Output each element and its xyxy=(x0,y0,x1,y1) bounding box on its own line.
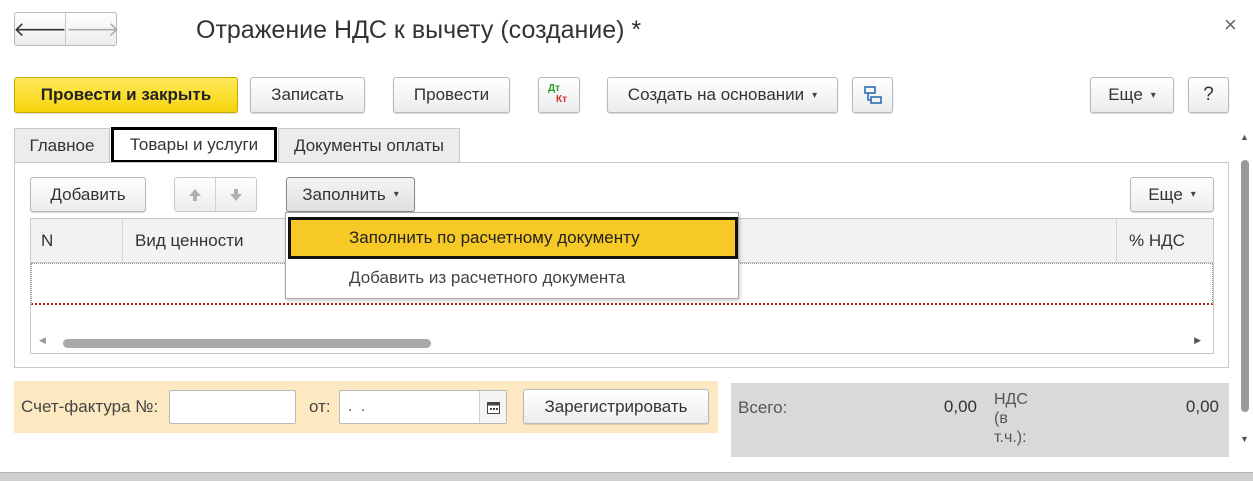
post-label: Провести xyxy=(413,85,490,104)
tab-payment-documents-label: Документы оплаты xyxy=(293,135,445,155)
post-and-close-label: Провести и закрыть xyxy=(40,85,212,104)
scrollbar-thumb[interactable] xyxy=(63,339,431,348)
dt-kt-icon: Дт Кт xyxy=(546,83,572,107)
fill-button[interactable]: Заполнить ▾ xyxy=(286,177,415,212)
post-and-close-button[interactable]: Провести и закрыть xyxy=(14,77,238,113)
forward-button[interactable]: 🡒 xyxy=(66,13,120,45)
window-title: Отражение НДС к вычету (создание) * xyxy=(196,16,642,44)
structure-button[interactable] xyxy=(852,77,893,113)
invoice-number-label: Счет-фактура №: xyxy=(21,397,159,416)
tab-goods-services[interactable]: Товары и услуги xyxy=(111,127,277,163)
arrow-down-icon xyxy=(230,188,242,201)
menu-item-label: Добавить из расчетного документа xyxy=(349,268,626,287)
add-button[interactable]: Добавить xyxy=(30,177,146,212)
vat-label-line-2: (в xyxy=(994,410,1008,427)
register-label: Зарегистрировать xyxy=(544,396,688,416)
scroll-up-icon[interactable]: ▲ xyxy=(1240,132,1249,142)
calendar-icon xyxy=(486,401,500,414)
vat-value-field: 0,00 xyxy=(1042,388,1224,426)
invoice-date-value: . . xyxy=(348,398,368,415)
fill-dropdown-menu: Заполнить по расчетному документу Добави… xyxy=(285,212,739,299)
fill-label: Заполнить xyxy=(302,184,386,204)
move-down-button[interactable] xyxy=(216,178,256,211)
arrow-right-icon: 🡒 xyxy=(66,17,120,41)
tab-main[interactable]: Главное xyxy=(14,128,110,162)
total-value-field: 0,00 xyxy=(800,388,982,426)
column-n-label: N xyxy=(41,231,54,250)
column-header-vat-rate[interactable]: % НДС xyxy=(1116,219,1214,263)
table-more-label: Еще xyxy=(1148,184,1183,204)
calendar-button[interactable] xyxy=(479,391,506,423)
arrow-up-icon xyxy=(189,188,201,201)
more-label: Еще xyxy=(1108,85,1143,104)
table-more-button[interactable]: Еще ▾ xyxy=(1130,177,1214,212)
create-based-on-label: Создать на основании xyxy=(627,85,805,104)
menu-item-add-from-settlement-doc[interactable]: Добавить из расчетного документа xyxy=(288,261,738,295)
scroll-right-icon[interactable]: ▶ xyxy=(1194,335,1201,346)
back-button[interactable]: 🡐 xyxy=(13,13,67,45)
menu-item-label: Заполнить по расчетному документу xyxy=(349,228,640,247)
create-based-on-button[interactable]: Создать на основании ▾ xyxy=(607,77,838,113)
add-label: Добавить xyxy=(50,184,126,204)
vat-label-line-1: НДС xyxy=(994,391,1028,408)
move-buttons xyxy=(174,177,257,212)
chevron-down-icon: ▾ xyxy=(393,189,399,200)
scroll-down-icon[interactable]: ▼ xyxy=(1240,434,1249,444)
scroll-left-icon[interactable]: ◀ xyxy=(39,335,46,346)
vertical-scrollbar[interactable]: ▲ ▼ xyxy=(1238,132,1252,454)
post-button[interactable]: Провести xyxy=(393,77,510,113)
window-bottom-border xyxy=(0,472,1253,481)
horizontal-scrollbar[interactable]: ◀ ▶ xyxy=(31,333,1213,353)
column-value-type-label: Вид ценности xyxy=(135,231,244,250)
nav-group: 🡐 🡒 xyxy=(13,12,120,46)
tab-main-label: Главное xyxy=(29,135,95,155)
chevron-down-icon: ▾ xyxy=(1190,189,1196,200)
column-vat-rate-label: % НДС xyxy=(1129,231,1185,250)
dt-kt-button[interactable]: Дт Кт xyxy=(538,77,580,113)
column-header-n[interactable]: N xyxy=(31,219,123,263)
vertical-scrollbar-thumb[interactable] xyxy=(1241,160,1249,412)
invoice-number-field[interactable] xyxy=(169,390,296,424)
save-label: Записать xyxy=(271,85,344,104)
invoice-date-label: от: xyxy=(309,397,331,416)
vat-value: 0,00 xyxy=(1185,397,1219,416)
menu-item-fill-from-settlement-doc[interactable]: Заполнить по расчетному документу xyxy=(288,217,738,259)
hierarchy-icon xyxy=(863,86,882,104)
vat-label-line-3: т.ч.): xyxy=(994,429,1027,446)
save-button[interactable]: Записать xyxy=(250,77,365,113)
kt-label: Кт xyxy=(556,94,568,105)
move-up-button[interactable] xyxy=(175,178,216,211)
chevron-down-icon: ▾ xyxy=(812,89,818,101)
more-button[interactable]: Еще ▾ xyxy=(1090,77,1174,113)
tab-goods-services-label: Товары и услуги xyxy=(129,135,259,154)
register-button[interactable]: Зарегистрировать xyxy=(523,389,709,424)
total-value: 0,00 xyxy=(943,397,977,416)
tab-payment-documents[interactable]: Документы оплаты xyxy=(278,128,460,162)
arrow-left-icon: 🡐 xyxy=(13,17,67,41)
vat-label: НДС (в т.ч.): xyxy=(994,390,1028,447)
help-button[interactable]: ? xyxy=(1188,77,1229,113)
dt-label: Дт xyxy=(548,83,561,94)
close-icon[interactable]: × xyxy=(1224,12,1237,38)
total-label: Всего: xyxy=(738,398,788,417)
chevron-down-icon: ▾ xyxy=(1150,89,1156,101)
help-label: ? xyxy=(1203,84,1214,105)
